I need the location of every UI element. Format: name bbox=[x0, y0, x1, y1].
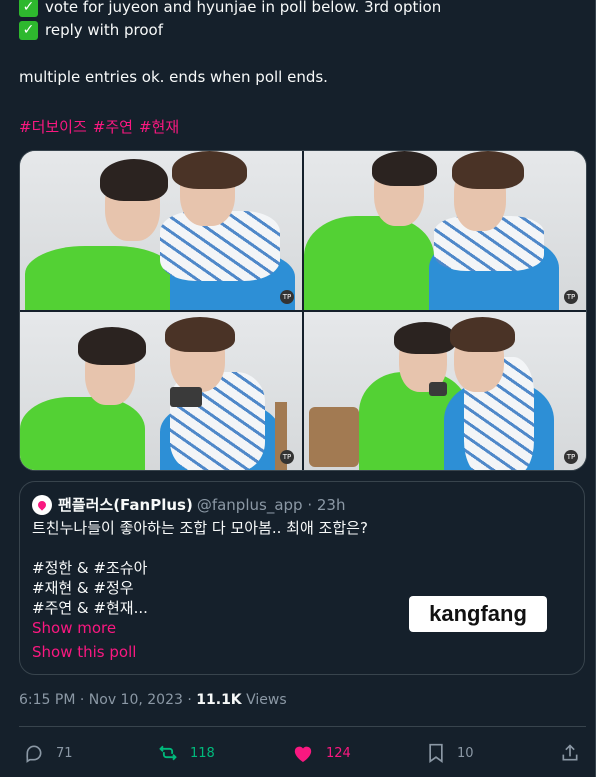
reply-icon bbox=[26, 745, 42, 763]
bookmark-button[interactable]: 10 bbox=[427, 736, 474, 770]
quoted-tweet-card[interactable]: 팬플러스(FanPlus) @fanplus_app · 23h 트친누나들이 … bbox=[19, 481, 585, 675]
retweet-count: 118 bbox=[190, 745, 215, 761]
tweet-line-text: vote for juyeon and hyunjae in poll belo… bbox=[45, 0, 442, 16]
bookmark-count: 10 bbox=[457, 745, 474, 761]
hashtag-link[interactable]: #더보이즈 bbox=[19, 118, 87, 136]
quoted-timestamp: 23h bbox=[316, 495, 346, 514]
photo-4[interactable]: TP bbox=[304, 311, 586, 470]
tweet-meta: 6:15 PM · Nov 10, 2023 · 11.1K Views bbox=[19, 692, 287, 708]
hashtag-row: #더보이즈 #주연 #현재 bbox=[19, 116, 185, 137]
post-time[interactable]: 6:15 PM bbox=[19, 692, 75, 708]
brand-logo-icon: TP bbox=[564, 289, 578, 304]
check-mark-icon: ✓ bbox=[19, 0, 38, 17]
heart-icon bbox=[294, 746, 312, 763]
camera-icon bbox=[429, 381, 447, 396]
views-count: 11.1K bbox=[196, 692, 242, 708]
hashtag-link[interactable]: #주연 bbox=[93, 118, 133, 136]
media-grid: TP TP TP TP bbox=[19, 150, 587, 471]
quoted-tweet-header: 팬플러스(FanPlus) @fanplus_app · 23h bbox=[32, 494, 345, 515]
views-label: Views bbox=[246, 692, 287, 708]
photo-1[interactable]: TP bbox=[20, 151, 302, 310]
photo-2[interactable]: TP bbox=[304, 151, 586, 310]
tweet-line-3: multiple entries ok. ends when poll ends… bbox=[19, 67, 328, 87]
like-count: 124 bbox=[326, 745, 351, 761]
tweet-line-2: ✓ reply with proof bbox=[19, 20, 163, 40]
camera-icon bbox=[170, 386, 202, 407]
tweet-line-text: reply with proof bbox=[45, 21, 163, 39]
action-bar: 71 118 124 10 bbox=[0, 736, 596, 770]
watermark-label: kangfang bbox=[409, 596, 547, 632]
check-mark-icon: ✓ bbox=[19, 20, 38, 40]
quoted-tag-line: #주연 & #현재... bbox=[32, 599, 148, 617]
divider bbox=[19, 726, 586, 727]
show-poll-link[interactable]: Show this poll bbox=[32, 643, 136, 661]
tweet-line-text: multiple entries ok. ends when poll ends… bbox=[19, 68, 328, 86]
quoted-text: 트친누나들이 좋아하는 조합 다 모아봄.. 최애 조합은? bbox=[32, 519, 368, 537]
share-icon bbox=[562, 744, 578, 761]
fanplus-avatar-icon[interactable] bbox=[32, 494, 52, 515]
brand-logo-icon: TP bbox=[280, 289, 294, 304]
reply-count: 71 bbox=[56, 745, 73, 761]
brand-logo-icon: TP bbox=[280, 450, 294, 464]
retweet-button[interactable]: 118 bbox=[158, 736, 215, 770]
reply-button[interactable]: 71 bbox=[24, 736, 73, 770]
like-button[interactable]: 124 bbox=[292, 736, 351, 770]
show-more-link[interactable]: Show more bbox=[32, 619, 116, 637]
bookmark-icon bbox=[429, 743, 443, 763]
photo-3[interactable]: TP bbox=[20, 311, 302, 470]
tweet-line-1: ✓ vote for juyeon and hyunjae in poll be… bbox=[19, 0, 441, 17]
quoted-tweet-body: 트친누나들이 좋아하는 조합 다 모아봄.. 최애 조합은? #정한 & #조슈… bbox=[32, 518, 368, 618]
retweet-icon bbox=[159, 745, 177, 761]
quoted-tag-line: #재현 & #정우 bbox=[32, 579, 134, 597]
share-button[interactable] bbox=[560, 736, 592, 770]
quoted-author-name: 팬플러스(FanPlus) bbox=[58, 496, 193, 514]
post-date[interactable]: Nov 10, 2023 bbox=[89, 692, 183, 708]
separator-dot: · bbox=[302, 495, 317, 514]
brand-logo-icon: TP bbox=[564, 450, 578, 464]
quoted-author-handle: @fanplus_app bbox=[196, 495, 303, 514]
hashtag-link[interactable]: #현재 bbox=[139, 118, 179, 136]
quoted-tag-line: #정한 & #조슈아 bbox=[32, 559, 148, 577]
